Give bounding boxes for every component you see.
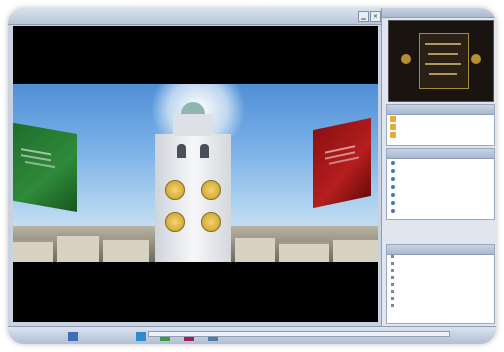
folder-icon	[390, 132, 396, 138]
video-display[interactable]	[13, 26, 378, 322]
favorite-item[interactable]	[387, 123, 494, 131]
clock-tower	[155, 102, 231, 262]
media-icon	[391, 193, 395, 197]
media-icon	[391, 177, 395, 181]
seek-bar[interactable]	[148, 331, 450, 337]
playlist-item[interactable]	[387, 191, 494, 199]
title-bar: ▁ ×	[8, 8, 383, 25]
info-line	[387, 255, 494, 262]
favorite-item[interactable]	[387, 115, 494, 123]
playlist-header	[387, 149, 494, 159]
playlist-item[interactable]	[387, 159, 494, 167]
play-button[interactable]	[68, 332, 78, 341]
info-header	[387, 245, 494, 255]
info-line	[387, 283, 494, 290]
folder-icon	[390, 124, 396, 130]
info-line	[387, 304, 494, 311]
media-icon	[391, 169, 395, 173]
minimize-button[interactable]: ▁	[358, 11, 369, 22]
info-line	[387, 290, 494, 297]
album-art	[388, 20, 494, 102]
media-icon	[391, 201, 395, 205]
playlist-item[interactable]	[387, 175, 494, 183]
folder-icon	[390, 116, 396, 122]
status-bar	[8, 326, 496, 344]
sidebar	[381, 8, 496, 326]
playlist-item[interactable]	[387, 167, 494, 175]
info-line	[387, 262, 494, 269]
media-icon	[391, 161, 395, 165]
info-panel	[386, 244, 495, 324]
playlist-panel	[386, 148, 495, 220]
media-icon	[391, 185, 395, 189]
red-flag	[313, 117, 371, 209]
media-icon	[391, 209, 395, 213]
stop-button[interactable]	[136, 332, 146, 341]
info-line	[387, 297, 494, 304]
favorites-header	[387, 105, 494, 115]
video-frame	[13, 84, 378, 262]
playlist-item[interactable]	[387, 207, 494, 215]
favorites-panel	[386, 104, 495, 146]
green-flag	[13, 122, 77, 212]
close-button[interactable]: ×	[370, 11, 381, 22]
favorite-item[interactable]	[387, 131, 494, 139]
info-line	[387, 276, 494, 283]
playlist-item[interactable]	[387, 199, 494, 207]
playlist-item[interactable]	[387, 183, 494, 191]
app-window: ▁ ×	[8, 8, 496, 344]
info-line	[387, 269, 494, 276]
top-panel-header	[382, 8, 496, 18]
